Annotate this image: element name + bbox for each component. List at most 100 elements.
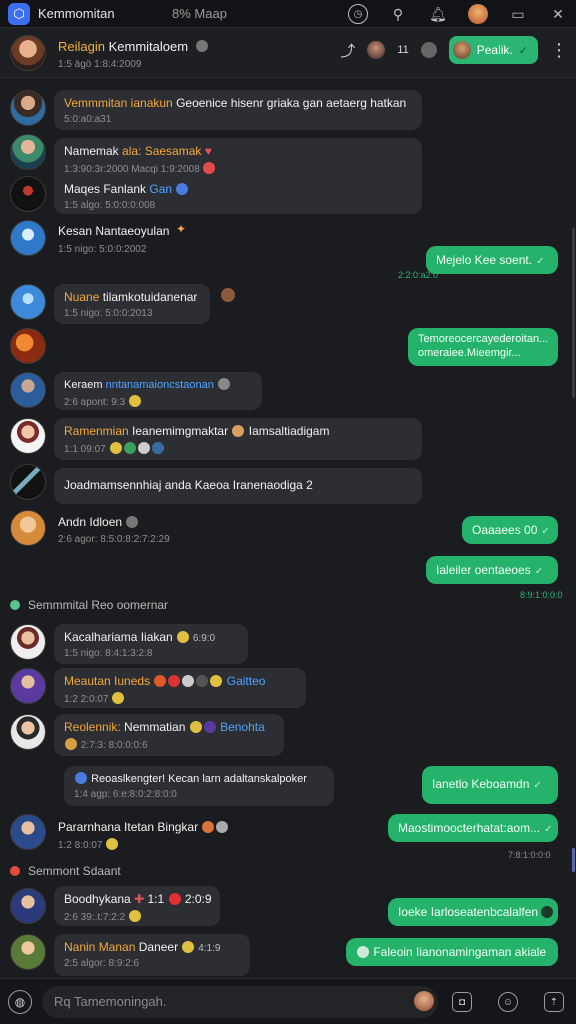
message-bubble-outgoing[interactable]: Temoreocercayederoitan... omeraiee.Mieem… [408, 328, 558, 366]
send-icon[interactable]: ⇡ [544, 992, 564, 1012]
message-bubble-outgoing[interactable]: Oaaaees 00 ✓ [462, 516, 558, 544]
avatar[interactable] [10, 328, 46, 364]
message-bubble-outgoing[interactable]: Ialeiler oentaeoes ✓ [426, 556, 558, 584]
avatar[interactable] [10, 134, 46, 170]
info-icon[interactable] [420, 42, 437, 58]
section-separator: Semmmital Reo oomernar [10, 598, 168, 612]
more-options-icon[interactable]: ⋮ [550, 40, 568, 61]
avatar[interactable] [10, 814, 46, 850]
message-bubble-outgoing[interactable]: Ioeke Iarloseatenbcalalfen [388, 898, 558, 926]
message-text: Ioeke Iarloseatenbcalalfen [398, 905, 539, 919]
pin-icon[interactable]: ⚲ [388, 4, 408, 24]
message-text-trail: 2:0:9 [181, 892, 212, 906]
message-text: nntanamaioncstaonan [102, 379, 214, 391]
separator-dot-icon [10, 600, 20, 610]
sender-name: Boodhykana [64, 892, 131, 906]
emoji-icon [123, 442, 136, 454]
avatar[interactable] [10, 464, 46, 500]
avatar[interactable] [10, 372, 46, 408]
bell-icon[interactable]: 🔔︎ [428, 4, 448, 24]
emoji-icon [109, 442, 122, 454]
message-bubble[interactable]: Boodhykana ✚ 1:1 2:0:9 2:6 39:.t:7:2:2 [54, 886, 220, 926]
message-bubble[interactable]: Kacalhariama Iiakan 6:9:0 1:5 nigo: 8:4:… [54, 624, 248, 664]
message-text-trail: 6:9:0 [190, 633, 216, 644]
message-bubble[interactable]: Meautan Iuneds Gaitteo 1:2 2:0:07 [54, 668, 306, 708]
emoji-icon [128, 910, 141, 922]
sender-name: Meautan Iuneds [64, 674, 151, 688]
message-bubble[interactable]: Keraem nntanamaioncstaonan 2:6 apont: 9:… [54, 372, 262, 410]
avatar[interactable] [10, 418, 46, 454]
sticker-icon[interactable] [414, 991, 434, 1011]
message-bubble-outgoing[interactable]: Maostimoocterhatat:aom... ✓ [388, 814, 558, 842]
scrollbar[interactable] [572, 228, 575, 398]
separator-label: Semmmital Reo oomernar [28, 598, 169, 612]
avatar[interactable] [10, 90, 46, 126]
message-bubble[interactable]: Namemak ala: Saesamak ♥ 1:3:90:3r:2000 M… [54, 138, 422, 176]
message-meta: 2:6 apont: 9:3 [64, 397, 126, 408]
avatar[interactable] [10, 934, 46, 970]
profile-icon[interactable] [468, 4, 488, 24]
emoji-icon [168, 675, 181, 687]
window-icon[interactable]: ▭ [508, 4, 528, 24]
emoji-icon [177, 631, 190, 643]
message-bubble[interactable]: Reoaslkengter! Kecan larn adaltanskalpok… [64, 766, 334, 806]
react-icon[interactable]: ☺ [498, 992, 518, 1012]
message-bubble[interactable]: Nanin Manan Daneer 4:1:9 2:5 algor: 8:9:… [54, 934, 250, 976]
app-title: Kemmomitan [38, 6, 115, 21]
status-icon [126, 516, 139, 528]
message-bubble[interactable]: Vemmmitan ianakun Geoenice hisenr griaka… [54, 90, 422, 130]
message-bubble[interactable]: Nuane tilamkotuidanenar 1:5 nigo: 5:0:0:… [54, 284, 210, 324]
message-text: Mejelo Kee soent. [436, 253, 533, 267]
message-bubble[interactable]: Maqes Fanlank Gan 1:5 algo: 5:0:0:0:008 [54, 176, 422, 214]
avatar[interactable] [10, 176, 46, 212]
avatar[interactable] [10, 284, 46, 320]
avatar[interactable] [10, 220, 46, 256]
avatar[interactable] [10, 510, 46, 546]
message-time: 8:9:1:0:0:0 [520, 590, 563, 600]
chat-status-time: 1:5 ägö 1:8:4:2009 [58, 59, 142, 70]
avatar[interactable] [10, 714, 46, 750]
scroll-marker[interactable] [572, 848, 575, 872]
verified-icon [195, 40, 208, 52]
member-avatar-icon[interactable] [367, 41, 386, 59]
message-bubble-outgoing[interactable]: Mejelo Kee soent. ✓ [426, 246, 558, 274]
message-text: 1:1 [144, 892, 165, 906]
message-text: Kesan Nantaeoyulan [58, 224, 170, 238]
message-meta: 5:0:a0:a31 [64, 114, 112, 125]
avatar[interactable] [10, 668, 46, 704]
emoji-icon [203, 721, 216, 733]
sender-name: Pararnhana Itetan Bingkar [58, 820, 229, 834]
sender-name: Andn Idloen [58, 515, 139, 529]
history-icon[interactable]: ◷ [348, 4, 368, 24]
pealik-button[interactable]: Pealik. ✓ [448, 36, 538, 64]
separator-dot-icon [10, 866, 20, 876]
attach-icon[interactable]: ◍ [8, 989, 32, 1014]
message-text-line2: omeraiee.Mieemgir... [418, 347, 521, 359]
message-bubble[interactable]: Ramenmian Ieanemimgmaktar Iamsaltiadigam… [54, 418, 422, 460]
tag-icon [541, 906, 554, 918]
message-bubble-outgoing[interactable]: Ianetlo Keboamdn ✓ [422, 766, 558, 804]
emoji-icon [216, 821, 229, 833]
sender-name: Kacalhariama Iiakan [64, 630, 173, 644]
message-bubble[interactable]: Joadmamsennhiaj anda Kaeoa Iranenaodiga … [54, 468, 422, 504]
message-meta: 1:4 agp: 6:e:8:0:2:8:0:0 [74, 789, 177, 800]
message-bubble-outgoing[interactable]: Faleoin Iianonamingaman akiale [346, 938, 558, 966]
emoji-icon [65, 738, 77, 750]
sender-name: Keraem [64, 379, 103, 391]
message-input[interactable] [42, 985, 438, 1018]
heart-icon: ♥ [204, 144, 212, 158]
avatar[interactable] [10, 624, 46, 660]
close-icon[interactable]: ✕ [548, 4, 568, 24]
sender-name: Nanin Manan [64, 940, 136, 954]
message-bubble[interactable]: Reolennik: Nemmatian Benohta 2:7:3: 8:0:… [54, 714, 284, 756]
chat-avatar[interactable] [10, 35, 46, 71]
camera-icon[interactable]: ◘ [452, 992, 472, 1012]
message-meta: 1:5 algo: 5:0:0:0:008 [64, 200, 156, 211]
chat-title[interactable]: Reilagin Kemmitaloem [58, 39, 208, 54]
avatar[interactable] [10, 888, 46, 924]
trend-icon[interactable]: ⤴ [340, 40, 355, 61]
message-list[interactable]: Vemmmitan ianakun Geoenice hisenr griaka… [0, 78, 576, 976]
message-text-trail: Benohta [216, 720, 265, 734]
message-text: tilamkotuidanenar [99, 290, 198, 304]
message-text: Reoaslkengter! Kecan larn adaltanskalpok… [91, 773, 307, 785]
